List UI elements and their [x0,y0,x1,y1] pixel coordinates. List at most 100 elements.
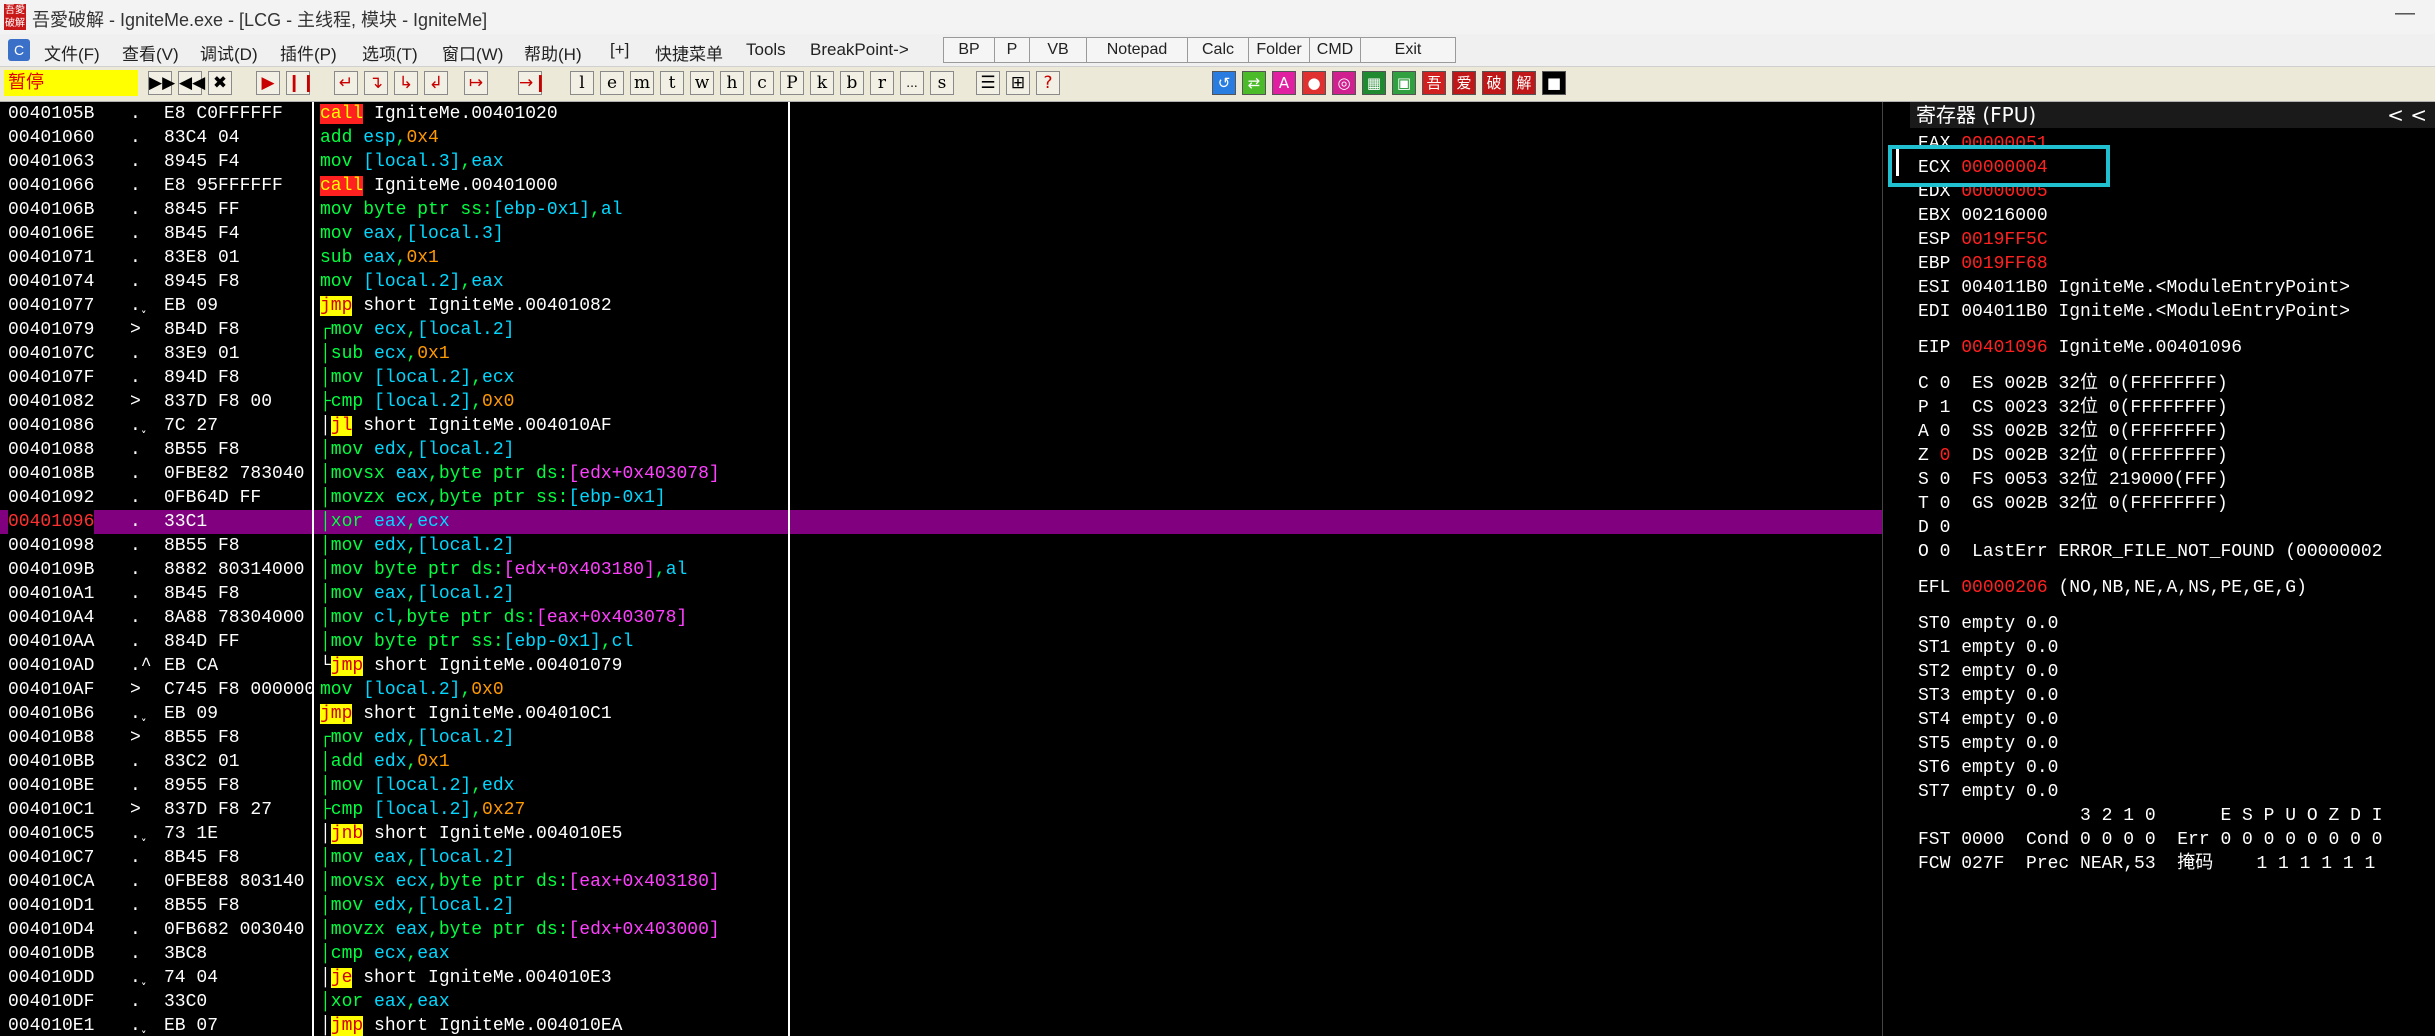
column-separator[interactable] [788,102,790,1036]
disasm-row[interactable]: 004010B6 .˯ EB 09 jmp short IgniteMe.004010… [0,702,1882,726]
extra-tool-button[interactable]: ⊞ [1006,71,1030,95]
disasm-row[interactable]: 00401096. 33C1 │xor eax,ecx [0,510,1882,534]
menu-item[interactable]: BreakPoint-> [810,40,909,60]
plugin-button[interactable]: ⇄ [1242,71,1266,95]
register-line[interactable]: ST6 empty 0.0 [1918,756,2058,780]
disasm-row[interactable]: 004010C1 >837D F8 27 ├cmp [local.2],0x27 [0,798,1882,822]
register-line[interactable]: ESP 0019FF5C [1918,228,2048,252]
plugin-button[interactable]: ▦ [1362,71,1386,95]
menu-button[interactable]: Notepad [1086,37,1188,63]
menu-item[interactable]: 窗口(W) [442,40,503,65]
debug-tool-button[interactable]: ▶▶ [148,71,175,95]
register-line[interactable]: ESI 004011B0 IgniteMe.<ModuleEntryPoint> [1918,276,2350,300]
debug-tool-button[interactable]: ↳ [394,71,418,95]
register-line[interactable]: EBX 00216000 [1918,204,2048,228]
plugin-button[interactable]: 爱 [1452,71,1476,95]
register-line[interactable]: 3 2 1 0 E S P U O Z D I [1918,804,2382,828]
registers-pane[interactable]: 寄存器 (FPU) < < EAX 00000051 ECX 00000004 ED… [1910,102,2435,1036]
window-letter-button[interactable]: ... [900,71,924,95]
window-letter-button[interactable]: b [840,71,864,95]
window-letter-button[interactable]: m [630,71,654,95]
debug-tool-button[interactable]: ▶ [256,71,280,95]
extra-tool-button[interactable]: ☰ [976,71,1000,95]
register-line[interactable]: EFL 00000206 (NO,NB,NE,A,NS,PE,GE,G) [1918,576,2307,600]
disasm-row[interactable]: 004010A4. 8A88 78304000 │mov cl,byte ptr d… [0,606,1882,630]
menu-item[interactable]: 选项(T) [362,40,418,65]
register-line[interactable]: ST5 empty 0.0 [1918,732,2058,756]
disasm-row[interactable]: 004010CA. 0FBE88 803140 │movsx ecx,byte pt… [0,870,1882,894]
plugin-button[interactable]: 吾 [1422,71,1446,95]
disasm-row[interactable]: 00401086 .˯ 7C 27 │jl short IgniteMe.004010… [0,414,1882,438]
cpu-window-icon[interactable]: C [8,39,30,61]
disasm-row[interactable]: 00401060. 83C4 04 add esp,0x4 [0,126,1882,150]
disasm-row[interactable]: 00401077 .˯ EB 09 jmp short IgniteMe.004010… [0,294,1882,318]
menu-button[interactable]: P [994,37,1030,63]
disasm-row[interactable]: 00401082 >837D F8 00 ├cmp [local.2],0x0 [0,390,1882,414]
disasm-row[interactable]: 0040109B. 8882 80314000 │mov byte ptr ds:[… [0,558,1882,582]
register-line[interactable]: Z 0 DS 002B 32位 0(FFFFFFFF) [1918,444,2228,468]
disasm-row[interactable]: 004010A1. 8B45 F8 │mov eax,[local.2] [0,582,1882,606]
debug-tool-button[interactable]: ✖ [208,71,232,95]
extra-tool-button[interactable]: ? [1036,71,1060,95]
plugin-button[interactable]: A [1272,71,1296,95]
disasm-row[interactable]: 004010DB. 3BC8 │cmp ecx,eax [0,942,1882,966]
plugin-button[interactable]: ↺ [1212,71,1236,95]
menu-item[interactable]: 插件(P) [280,40,337,65]
debug-tool-button[interactable]: ◀◀ [178,71,205,95]
disasm-row[interactable]: 004010BE. 8955 F8 │mov [local.2],edx [0,774,1882,798]
disasm-row[interactable]: 004010B8 >8B55 F8 ┌mov edx,[local.2] [0,726,1882,750]
window-letter-button[interactable]: r [870,71,894,95]
menu-item[interactable]: 文件(F) [44,40,100,65]
plugin-button[interactable]: 解 [1512,71,1536,95]
disasm-row[interactable]: 0040106E. 8B45 F4 mov eax,[local.3] [0,222,1882,246]
debug-tool-button[interactable]: →❙ [518,71,548,95]
disasm-row[interactable]: 00401079 >8B4D F8 ┌mov ecx,[local.2] [0,318,1882,342]
debug-tool-button[interactable]: ↲ [424,71,448,95]
menu-item[interactable]: 快捷菜单 [655,40,723,65]
plugin-button[interactable]: ▣ [1392,71,1416,95]
register-line[interactable]: FCW 027F Prec NEAR,53 掩码 1 1 1 1 1 1 [1918,852,2375,876]
disasm-row[interactable]: 004010C5 .˯ 73 1E │jnb short IgniteMe.00401… [0,822,1882,846]
debug-tool-button[interactable]: ↦ [464,71,488,95]
menu-item[interactable]: [+] [610,40,629,60]
disasm-row[interactable]: 0040106B. 8845 FF mov byte ptr ss:[ebp-0x1… [0,198,1882,222]
menu-button[interactable]: Folder [1248,37,1310,63]
disasm-row[interactable]: 004010DF. 33C0 │xor eax,eax [0,990,1882,1014]
register-line[interactable]: ST1 empty 0.0 [1918,636,2058,660]
register-line[interactable]: C 0 ES 002B 32位 0(FFFFFFFF) [1918,372,2228,396]
debug-tool-button[interactable]: ↵ [334,71,358,95]
disasm-row[interactable]: 00401098. 8B55 F8 │mov edx,[local.2] [0,534,1882,558]
minimize-button[interactable]: — [2395,2,2415,25]
disasm-row[interactable]: 004010C7. 8B45 F8 │mov eax,[local.2] [0,846,1882,870]
disasm-row[interactable]: 004010E1 .˯ EB 07 │jmp short IgniteMe.00401… [0,1014,1882,1036]
menu-button[interactable]: Exit [1360,37,1456,63]
register-line[interactable]: A 0 SS 002B 32位 0(FFFFFFFF) [1918,420,2228,444]
plugin-button[interactable]: ■ [1542,71,1566,95]
register-line[interactable]: FST 0000 Cond 0 0 0 0 Err 0 0 0 0 0 0 0 … [1918,828,2382,852]
disasm-row[interactable]: 0040105B. E8 C0FFFFFF call IgniteMe.004010… [0,102,1882,126]
column-separator[interactable] [312,102,314,1036]
window-letter-button[interactable]: k [810,71,834,95]
disassembly-pane[interactable]: 0040105B. E8 C0FFFFFF call IgniteMe.004010… [0,102,1883,1036]
menu-button[interactable]: BP [943,37,995,63]
register-line[interactable]: EIP 00401096 IgniteMe.00401096 [1918,336,2242,360]
window-letter-button[interactable]: h [720,71,744,95]
menu-item[interactable]: 帮助(H) [524,40,582,65]
menu-item[interactable]: Tools [746,40,786,60]
disasm-row[interactable]: 0040108B. 0FBE82 783040 │movsx eax,byte pt… [0,462,1882,486]
disasm-row[interactable]: 004010BB. 83C2 01 │add edx,0x1 [0,750,1882,774]
window-letter-button[interactable]: w [690,71,714,95]
disassembly-scrollbar[interactable] [1883,102,1909,1036]
debug-tool-button[interactable]: ❙❙ [286,71,316,95]
disasm-row[interactable]: 004010DD .˯ 74 04 │je short IgniteMe.004010… [0,966,1882,990]
window-letter-button[interactable]: s [930,71,954,95]
disasm-row[interactable]: 004010D1. 8B55 F8 │mov edx,[local.2] [0,894,1882,918]
menu-item[interactable]: 调试(D) [200,40,258,65]
disasm-row[interactable]: 00401092. 0FB64D FF │movzx ecx,byte ptr ss… [0,486,1882,510]
plugin-button[interactable]: ◎ [1332,71,1356,95]
disasm-row[interactable]: 00401063. 8945 F4 mov [local.3],eax [0,150,1882,174]
plugin-button[interactable]: 破 [1482,71,1506,95]
register-line[interactable]: EDI 004011B0 IgniteMe.<ModuleEntryPoint> [1918,300,2350,324]
register-line[interactable]: ST7 empty 0.0 [1918,780,2058,804]
disasm-row[interactable]: 00401074. 8945 F8 mov [local.2],eax [0,270,1882,294]
